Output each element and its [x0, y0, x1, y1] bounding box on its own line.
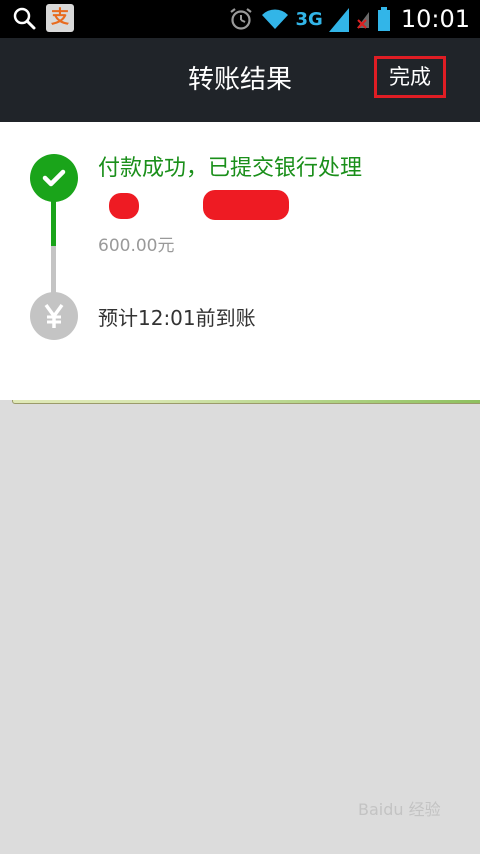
network-type-label: 3G	[295, 8, 323, 30]
alarm-icon	[229, 8, 252, 30]
redaction-mark	[109, 193, 139, 219]
yuan-icon	[30, 292, 78, 340]
title-bar: 转账结果 完成	[0, 38, 480, 122]
redaction-mark	[203, 190, 289, 220]
done-button[interactable]: 完成	[374, 56, 446, 98]
transfer-result-card: 付款成功，已提交银行处理 600.00元 预计12:01前到账	[0, 122, 480, 400]
success-check-icon	[30, 154, 78, 202]
timeline-progress-line	[51, 200, 56, 246]
expected-arrival-text: 预计12:01前到账	[98, 306, 256, 330]
status-bar-right: 3G 10:01	[228, 3, 470, 35]
status-time: 10:01	[400, 5, 470, 33]
wifi-icon	[261, 9, 288, 29]
signal-icon	[328, 8, 349, 32]
battery-icon	[377, 7, 390, 31]
status-bar: 支 3G 10:01	[0, 0, 480, 404]
watermark: Baidu 经验	[358, 800, 441, 819]
timeline-pending-line	[51, 246, 56, 296]
alipay-app-icon: 支	[46, 4, 74, 32]
sim2-no-signal-icon	[356, 12, 369, 29]
payment-success-title: 付款成功，已提交银行处理	[98, 156, 363, 181]
status-bar-left: 支	[12, 4, 480, 404]
transfer-amount: 600.00元	[98, 236, 175, 256]
search-icon	[13, 7, 36, 30]
